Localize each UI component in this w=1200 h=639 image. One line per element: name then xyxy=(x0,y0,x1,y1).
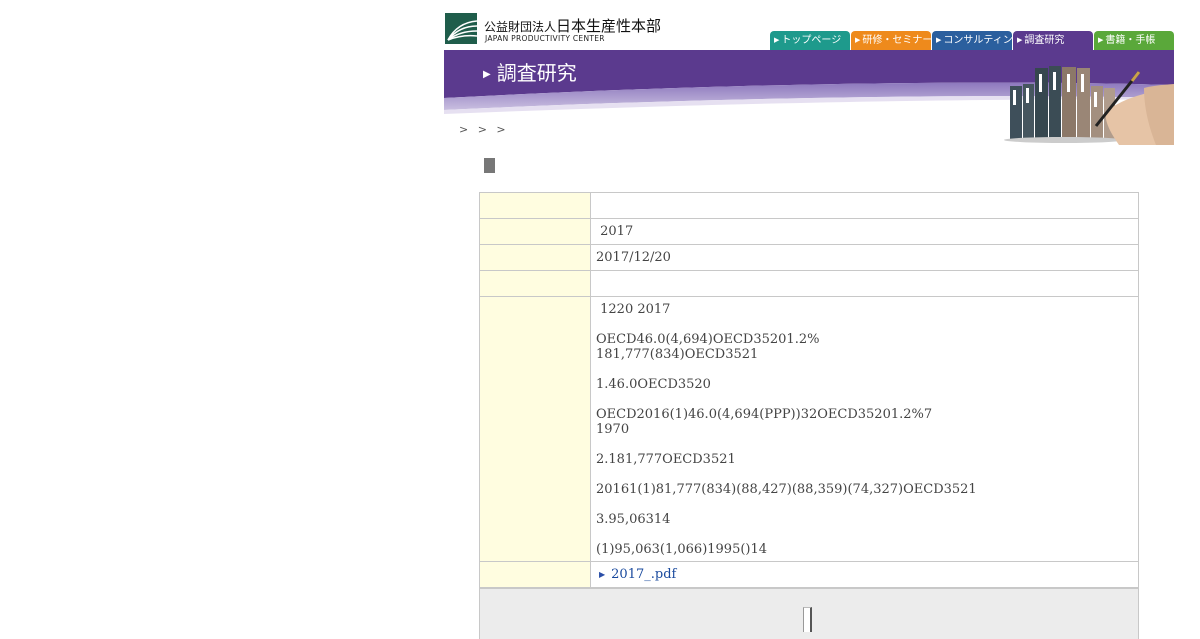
arrow-right-icon: ▶ xyxy=(936,36,942,44)
org-name: 公益財団法人日本生産性本部 xyxy=(484,15,661,36)
section-title-text: 調査研究 xyxy=(496,61,577,85)
tab-label: コンサルティング xyxy=(943,35,1012,46)
tab-research[interactable]: ▶ 調査研究 xyxy=(1013,31,1093,50)
arrow-right-icon: ▶ xyxy=(774,36,780,44)
body-paragraph: (1)95,063(1,066)1995()14 xyxy=(596,542,768,557)
tab-books[interactable]: ▶ 書籍・手帳 xyxy=(1094,31,1174,50)
section-banner: ▶ 調査研究 xyxy=(444,50,1174,145)
pdf-link-text: 2017_.pdf xyxy=(611,567,677,582)
table-row: ▶ 2017_.pdf xyxy=(479,561,1139,588)
page: 公益財団法人日本生産性本部 JAPAN PRODUCTIVITY CENTER … xyxy=(444,0,1174,639)
tab-label: トップページ xyxy=(781,35,842,46)
tab-consulting[interactable]: ▶コンサルティング xyxy=(932,31,1012,50)
table-row: 2017/12/20 xyxy=(479,244,1139,271)
tab-seminar[interactable]: ▶ 研修・セミナー xyxy=(851,31,931,50)
body-paragraph: 2.181,777OECD3521 xyxy=(596,452,736,467)
row-value: 2017 xyxy=(590,218,1139,245)
breadcrumb[interactable]: > > > xyxy=(459,123,509,136)
tab-label: 書籍・手帳 xyxy=(1105,35,1156,46)
section-title: ▶ 調査研究 xyxy=(483,57,577,86)
body-paragraph: 3.95,06314 xyxy=(596,512,671,527)
section-marker-icon xyxy=(484,158,495,173)
row-body: 1220 2017 OECD46.0(4,694)OECD35201.2% 18… xyxy=(590,296,1139,562)
tab-label: 調査研究 xyxy=(1024,35,1065,46)
arrow-right-icon: ▶ xyxy=(1098,36,1104,44)
arrow-right-icon: ▶ xyxy=(599,570,606,579)
org-name-text: 日本生産性本部 xyxy=(556,17,662,35)
row-value: 2017/12/20 xyxy=(590,244,1139,271)
row-value: ▶ 2017_.pdf xyxy=(590,561,1139,588)
org-name-en: JAPAN PRODUCTIVITY CENTER xyxy=(485,34,605,43)
row-label xyxy=(479,244,591,271)
table-row xyxy=(479,192,1139,219)
row-value xyxy=(590,192,1139,219)
arrow-right-icon: ▶ xyxy=(855,36,861,44)
table-row: 1220 2017 OECD46.0(4,694)OECD35201.2% 18… xyxy=(479,296,1139,562)
row-label xyxy=(479,296,591,562)
row-label xyxy=(479,270,591,297)
body-paragraph: OECD46.0(4,694)OECD35201.2% 181,777(834)… xyxy=(596,332,820,362)
info-table: 2017 2017/12/20 1220 2017 OECD46.0(4,694… xyxy=(479,192,1139,588)
arrow-right-icon: ▶ xyxy=(1017,36,1023,44)
pdf-download-link[interactable]: ▶ 2017_.pdf xyxy=(596,567,676,582)
logo-mark-icon xyxy=(445,13,477,44)
body-paragraph: 1.46.0OECD3520 xyxy=(596,377,711,392)
drag-handle[interactable] xyxy=(803,607,812,632)
body-paragraph: 1220 2017 xyxy=(596,302,671,317)
body-paragraph: 20161(1)81,777(834)(88,427)(88,359)(74,3… xyxy=(596,482,977,497)
table-row xyxy=(479,270,1139,297)
tab-top-page[interactable]: ▶ トップページ xyxy=(770,31,850,50)
arrow-right-icon: ▶ xyxy=(483,69,491,80)
table-row: 2017 xyxy=(479,218,1139,245)
row-label xyxy=(479,218,591,245)
bottom-panel xyxy=(479,588,1139,639)
org-type: 公益財団法人 xyxy=(484,20,557,34)
logo[interactable]: 公益財団法人日本生産性本部 JAPAN PRODUCTIVITY CENTER xyxy=(445,13,685,45)
tab-label: 研修・セミナー xyxy=(862,35,931,46)
row-label xyxy=(479,192,591,219)
body-paragraph: OECD2016(1)46.0(4,694(PPP))32OECD35201.2… xyxy=(596,407,933,437)
row-value xyxy=(590,270,1139,297)
row-label xyxy=(479,561,591,588)
